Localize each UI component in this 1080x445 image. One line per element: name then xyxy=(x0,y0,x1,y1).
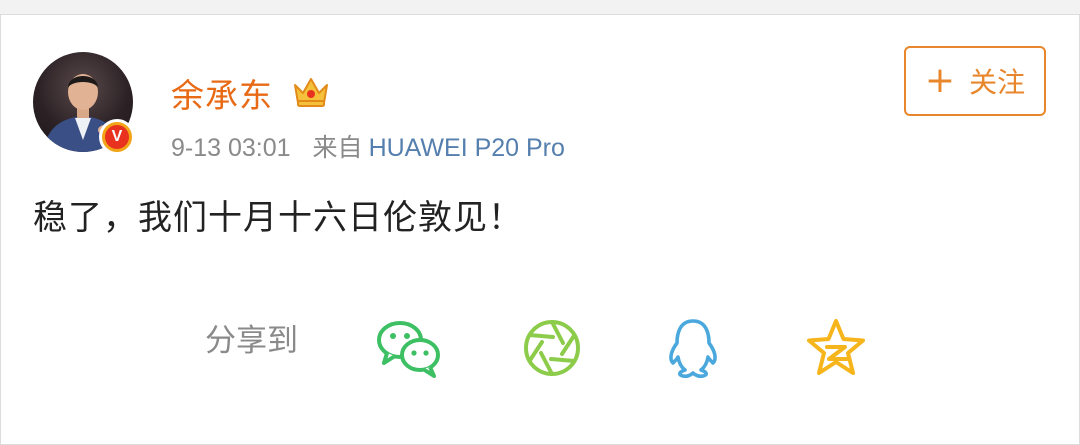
crown-icon[interactable] xyxy=(291,71,331,111)
post-meta: 9-13 03:01 来自 HUAWEI P20 Pro xyxy=(171,128,565,164)
verified-v-icon: V xyxy=(105,125,129,149)
moments-icon[interactable] xyxy=(521,317,583,379)
qq-icon[interactable] xyxy=(665,317,721,379)
plus-icon: + xyxy=(924,60,956,101)
post-text: 稳了，我们十月十六日伦敦见！ xyxy=(33,198,523,238)
post-card: V 余承东 9-13 03:01 来自 HUAWEI P20 Pro + 关注 稳了… xyxy=(0,14,1080,445)
verified-badge: V xyxy=(99,119,135,155)
share-label: 分享到 xyxy=(205,323,298,359)
source-prefix: 来自 xyxy=(312,134,363,162)
username[interactable]: 余承东 xyxy=(171,69,273,117)
device-link[interactable]: HUAWEI P20 Pro xyxy=(369,134,565,162)
wechat-icon[interactable] xyxy=(375,317,443,379)
follow-label: 关注 xyxy=(969,66,1026,99)
post-time: 9-13 03:01 xyxy=(171,134,291,162)
follow-button[interactable]: + 关注 xyxy=(904,46,1046,116)
qzone-icon[interactable] xyxy=(805,317,867,379)
